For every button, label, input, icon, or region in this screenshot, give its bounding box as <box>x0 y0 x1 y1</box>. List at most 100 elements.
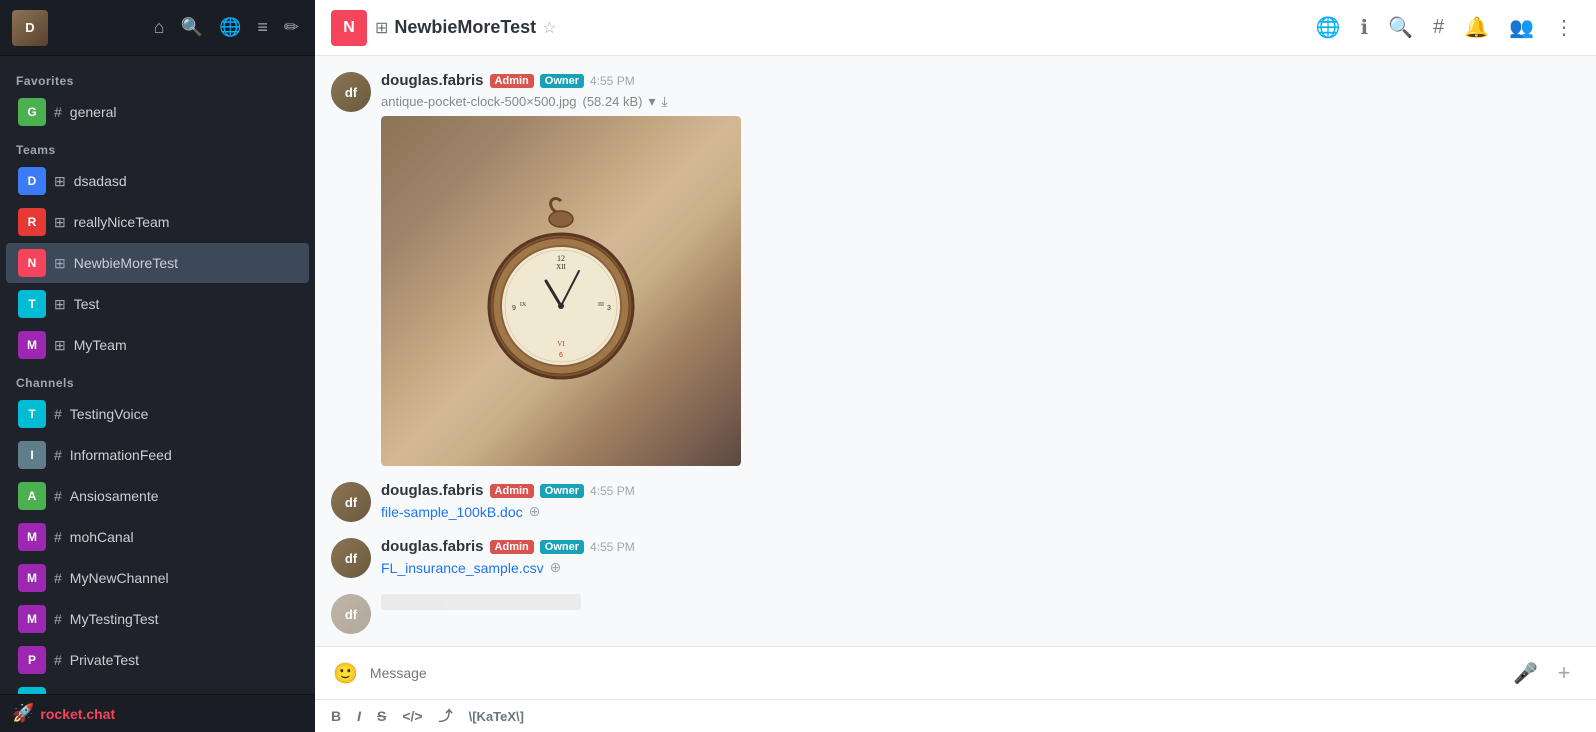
file-dl-icon-2[interactable]: ⊕ <box>529 503 541 520</box>
hash-icon-reallyniceteam: ⊞ <box>54 214 66 231</box>
sidebar-item-privatetest[interactable]: P # PrivateTest <box>6 640 309 680</box>
home-icon[interactable]: ⌂ <box>150 13 169 42</box>
msg-username-1: douglas.fabris <box>381 72 484 89</box>
item-avatar-myteam: M <box>18 331 46 359</box>
msg-content-4 <box>381 594 1580 634</box>
hash-icon-dsadasd: ⊞ <box>54 173 66 190</box>
sidebar-item-informationfeed[interactable]: I # InformationFeed <box>6 435 309 475</box>
search-header-icon[interactable]: 🔍 <box>1382 9 1419 46</box>
file-link-csv[interactable]: FL_insurance_sample.csv <box>381 560 544 576</box>
sidebar-item-label-mohcanal: mohCanal <box>70 529 297 545</box>
channel-name: NewbieMoreTest <box>394 17 536 38</box>
main-header: N ⊞ NewbieMoreTest ☆ 🌐 ℹ 🔍 # 🔔 👥 ⋮ <box>315 0 1596 56</box>
sidebar-item-label-mytestingtest: MyTestingTest <box>70 611 297 627</box>
emoji-button[interactable]: 🙂 <box>331 659 360 688</box>
sidebar-item-label-informationfeed: InformationFeed <box>70 447 297 463</box>
sidebar-item-label-dsadasd: dsadasd <box>74 173 297 189</box>
item-avatar-ansiosamente: A <box>18 482 46 510</box>
bold-button[interactable]: B <box>327 706 345 726</box>
sidebar-item-myteam[interactable]: M ⊞ MyTeam <box>6 325 309 365</box>
sidebar-footer: 🚀 rocket.chat <box>0 694 315 732</box>
message-block-2: df douglas.fabris Admin Owner 4:55 PM fi… <box>331 482 1580 522</box>
file-link-doc[interactable]: file-sample_100kB.doc <box>381 504 523 520</box>
item-avatar-general: G <box>18 98 46 126</box>
msg-content-2: douglas.fabris Admin Owner 4:55 PM file-… <box>381 482 1580 522</box>
file-download-icon-1[interactable]: ⤓ <box>662 93 668 110</box>
sidebar-item-label-ansiosamente: Ansiosamente <box>70 488 297 504</box>
sidebar: D ⌂ 🔍 🌐 ≡ ✏ Favorites G # general Teams … <box>0 0 315 732</box>
info-header-icon[interactable]: ℹ <box>1355 9 1375 46</box>
msg-avatar-2: df <box>331 482 371 522</box>
file-info-row-1: antique-pocket-clock-500×500.jpg (58.24 … <box>381 93 1580 110</box>
code-button[interactable]: </> <box>398 706 426 726</box>
hash-icon-newbiemoretest: ⊞ <box>54 255 66 272</box>
sidebar-item-mohcanal[interactable]: M # mohCanal <box>6 517 309 557</box>
item-avatar-privatetest: P <box>18 646 46 674</box>
sidebar-item-testingvoice[interactable]: T # TestingVoice <box>6 394 309 434</box>
sidebar-item-mynewchannel[interactable]: M # MyNewChannel <box>6 558 309 598</box>
mic-button[interactable]: 🎤 <box>1513 661 1538 686</box>
msg-badge-admin-3: Admin <box>490 540 534 554</box>
sidebar-item-mytestingtest[interactable]: M # MyTestingTest <box>6 599 309 639</box>
msg-avatar-inner-1: df <box>331 72 371 112</box>
sidebar-item-test[interactable]: T ⊞ Test <box>6 284 309 324</box>
link-button[interactable]: ⤴ <box>435 704 457 728</box>
msg-meta-3: douglas.fabris Admin Owner 4:55 PM <box>381 538 1580 555</box>
hashtag-header-icon[interactable]: # <box>1427 10 1450 45</box>
sidebar-avatar: D <box>12 10 48 46</box>
sidebar-item-reallyniceteam[interactable]: R ⊞ reallyNiceTeam <box>6 202 309 242</box>
sidebar-item-general[interactable]: G # general <box>6 92 309 132</box>
sidebar-item-label-privatetest: PrivateTest <box>70 652 297 668</box>
sidebar-item-label-test: Test <box>74 296 297 312</box>
globe-header-icon[interactable]: 🌐 <box>1310 9 1347 46</box>
file-name-1: antique-pocket-clock-500×500.jpg <box>381 94 577 109</box>
katex-button[interactable]: \[KaTeX\] <box>465 707 528 726</box>
channel-star-icon[interactable]: ☆ <box>542 18 556 38</box>
item-avatar-test: T <box>18 290 46 318</box>
file-chevron-icon-1[interactable]: ▾ <box>648 93 655 110</box>
msg-meta-1: douglas.fabris Admin Owner 4:55 PM <box>381 72 1580 89</box>
search-icon[interactable]: 🔍 <box>177 13 207 42</box>
message-input[interactable] <box>370 665 1503 681</box>
msg-avatar-inner-4: df <box>331 594 371 634</box>
clock-svg: 12 6 3 9 XII III VI IX <box>461 191 661 391</box>
sidebar-item-label-myteam: MyTeam <box>74 337 297 353</box>
svg-text:III: III <box>598 302 604 308</box>
hash-icon-ansiosamente: # <box>54 488 62 504</box>
rocket-logo: 🚀 rocket.chat <box>12 703 115 724</box>
italic-button[interactable]: I <box>353 706 365 726</box>
svg-text:VI: VI <box>557 340 565 348</box>
sort-icon[interactable]: ≡ <box>253 13 272 42</box>
bell-header-icon[interactable]: 🔔 <box>1458 9 1495 46</box>
msg-badge-owner-1: Owner <box>540 74 584 88</box>
sidebar-item-label-newbiemoretest: NewbieMoreTest <box>74 255 297 271</box>
hash-icon-mohcanal: # <box>54 529 62 545</box>
sidebar-item-ansiosamente[interactable]: A # Ansiosamente <box>6 476 309 516</box>
sidebar-item-teamchannel[interactable]: T # TeamChannel <box>6 681 309 694</box>
message-block-4: df <box>331 594 1580 634</box>
svg-text:3: 3 <box>607 305 611 312</box>
message-block-1: df douglas.fabris Admin Owner 4:55 PM an… <box>331 72 1580 466</box>
strikethrough-button[interactable]: S <box>373 706 390 726</box>
hash-icon-myteam: ⊞ <box>54 337 66 354</box>
plus-button[interactable]: + <box>1548 657 1580 689</box>
item-avatar-mynewchannel: M <box>18 564 46 592</box>
file-link-row-2: file-sample_100kB.doc ⊕ <box>381 503 1580 520</box>
msg-badge-admin-1: Admin <box>490 74 534 88</box>
item-avatar-reallyniceteam: R <box>18 208 46 236</box>
globe-icon[interactable]: 🌐 <box>215 13 245 42</box>
more-header-icon[interactable]: ⋮ <box>1548 9 1580 46</box>
svg-text:9: 9 <box>512 305 516 312</box>
sidebar-item-newbiemoretest[interactable]: N ⊞ NewbieMoreTest <box>6 243 309 283</box>
compose-icon[interactable]: ✏ <box>280 13 303 42</box>
msg-username-3: douglas.fabris <box>381 538 484 555</box>
msg-content-1: douglas.fabris Admin Owner 4:55 PM antiq… <box>381 72 1580 466</box>
msg-image-container-1[interactable]: 12 6 3 9 XII III VI IX <box>381 116 741 466</box>
channel-avatar: N <box>331 10 367 46</box>
sidebar-list: Favorites G # general Teams D ⊞ dsadasd … <box>0 56 315 694</box>
message-block-3: df douglas.fabris Admin Owner 4:55 PM FL… <box>331 538 1580 578</box>
messages-area: df douglas.fabris Admin Owner 4:55 PM an… <box>315 56 1596 646</box>
members-header-icon[interactable]: 👥 <box>1503 9 1540 46</box>
sidebar-item-dsadasd[interactable]: D ⊞ dsadasd <box>6 161 309 201</box>
file-dl-icon-3[interactable]: ⊕ <box>550 559 562 576</box>
